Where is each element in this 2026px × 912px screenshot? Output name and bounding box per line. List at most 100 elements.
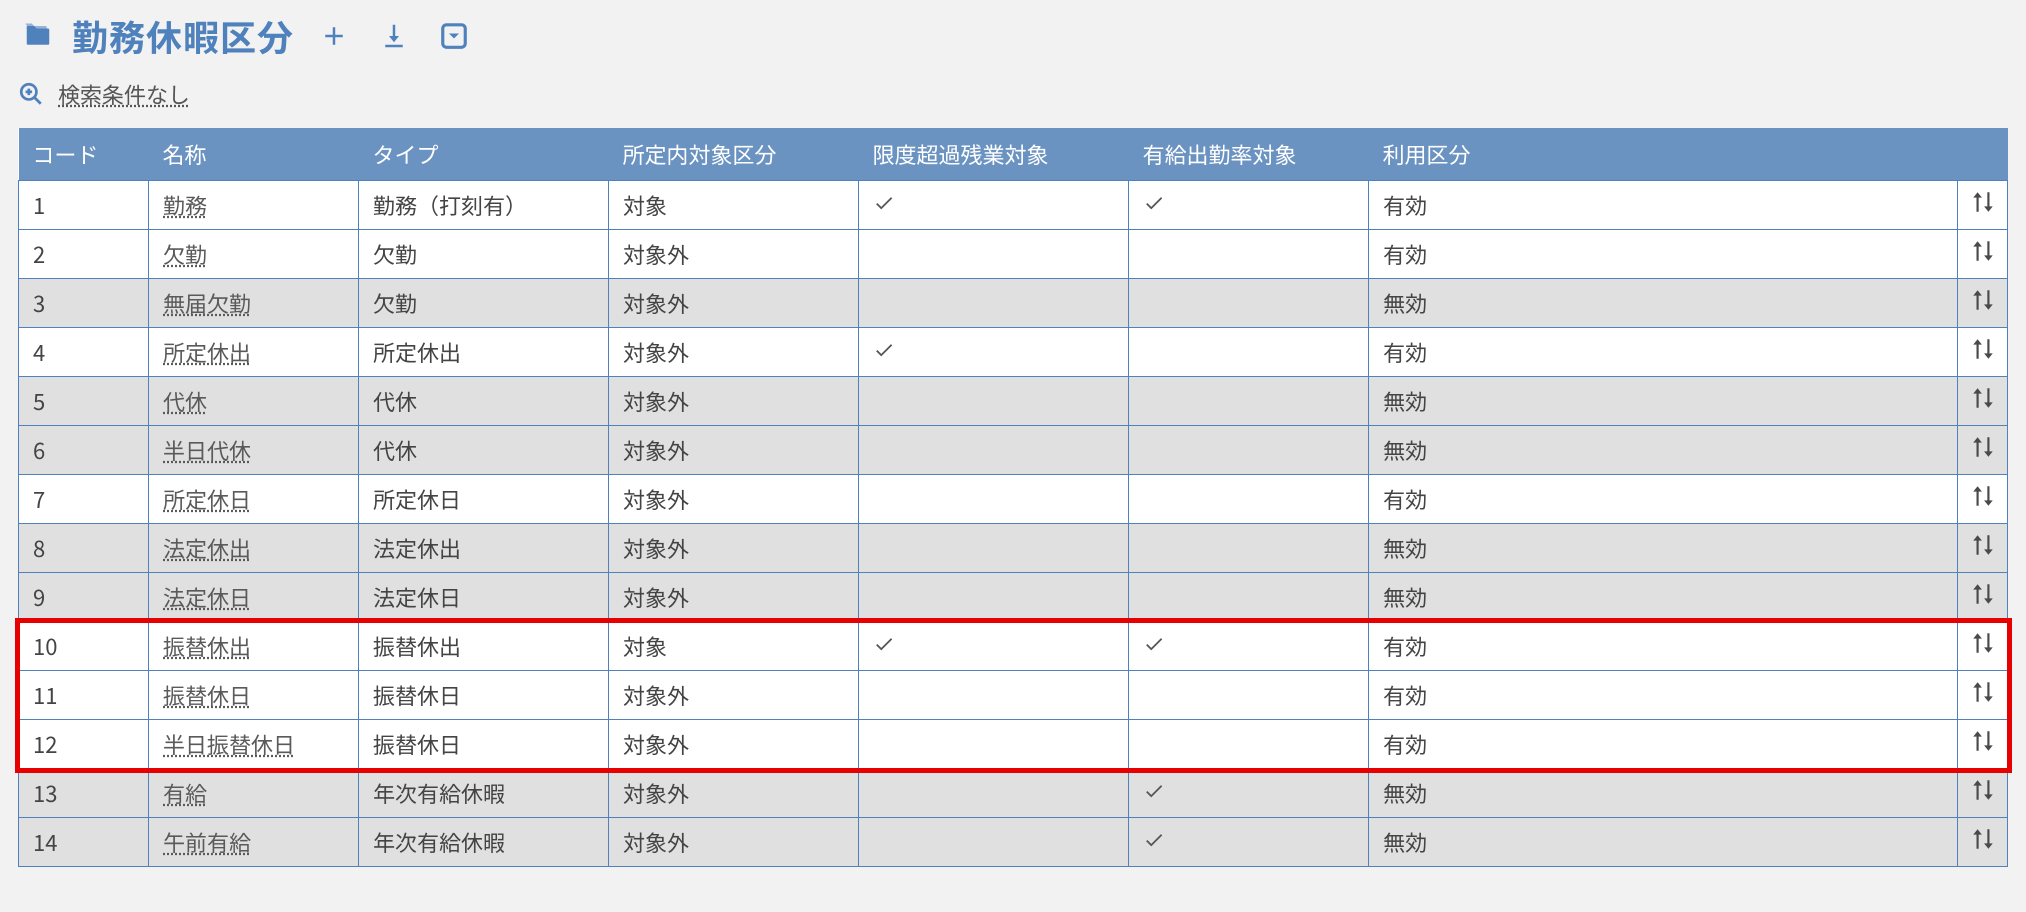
table-row: 3 無届欠勤 欠勤対象外 無効 [19,279,2008,328]
table-row: 4所定休出所定休出対象外有効 [19,328,2008,377]
sort-icon [1970,190,1996,222]
cell-use: 無効 [1369,377,1958,426]
row-name-link[interactable]: 振替休日 [163,679,251,711]
cell-scope: 対象外 [609,720,859,769]
cell-name: 勤務 [149,181,359,230]
row-name-link[interactable]: 振替休出 [163,630,251,662]
row-name-link[interactable]: 半日代休 [163,434,251,466]
sort-handle[interactable] [1958,377,2008,426]
sort-icon [1970,337,1996,369]
sort-handle[interactable] [1958,426,2008,475]
add-button[interactable] [314,16,354,56]
cell-over [859,622,1129,671]
cell-name: 振替休日 [149,671,359,720]
cell-over [859,769,1129,818]
search-condition-link[interactable]: 検索条件なし [58,78,190,110]
cell-use: 無効 [1369,279,1958,328]
cell-over [859,720,1129,769]
col-paid[interactable]: 有給出勤率対象 [1129,128,1369,181]
table-container: コード 名称 タイプ 所定内対象区分 限度超過残業対象 有給出勤率対象 利用区分… [18,128,2008,867]
cell-code: 14 [19,818,149,867]
cell-type: 欠勤 [359,279,609,328]
cell-scope: 対象外 [609,475,859,524]
cell-paid [1129,720,1369,769]
col-over[interactable]: 限度超過残業対象 [859,128,1129,181]
cell-code: 10 [19,622,149,671]
cell-scope: 対象外 [609,279,859,328]
row-name-link[interactable]: 所定休日 [163,483,251,515]
cell-use: 有効 [1369,230,1958,279]
col-use[interactable]: 利用区分 [1369,128,2008,181]
sort-icon [1970,778,1996,810]
sort-handle[interactable] [1958,769,2008,818]
row-name-link[interactable]: 午前有給 [163,826,251,858]
cell-over [859,230,1129,279]
table-row: 1勤務勤務（打刻有）対象有効 [19,181,2008,230]
cell-use: 無効 [1369,524,1958,573]
sort-handle[interactable] [1958,720,2008,769]
sort-icon [1970,484,1996,516]
sort-handle[interactable] [1958,230,2008,279]
check-icon [1143,630,1165,662]
sort-handle[interactable] [1958,573,2008,622]
sort-handle[interactable] [1958,279,2008,328]
sort-handle[interactable] [1958,622,2008,671]
search-bar: 検索条件なし [18,78,2008,110]
row-name-link[interactable]: 半日振替休日 [163,728,295,760]
row-name-link[interactable]: 所定休出 [163,336,251,368]
search-zoom-icon[interactable] [18,81,44,107]
download-button[interactable] [374,16,414,56]
table-row: 6半日代休代休対象外無効 [19,426,2008,475]
row-name-link[interactable]: 法定休日 [163,581,251,613]
sort-handle[interactable] [1958,328,2008,377]
cell-over [859,573,1129,622]
sort-handle[interactable] [1958,524,2008,573]
cell-name: 無届欠勤 [149,279,359,328]
cell-type: 勤務（打刻有） [359,181,609,230]
row-name-link[interactable]: 代休 [163,385,207,417]
cell-name: 半日振替休日 [149,720,359,769]
cell-type: 所定休日 [359,475,609,524]
sort-handle[interactable] [1958,671,2008,720]
cell-over [859,426,1129,475]
col-code[interactable]: コード [19,128,149,181]
cell-type: 代休 [359,426,609,475]
table-row: 13有給年次有給休暇対象外無効 [19,769,2008,818]
cell-type: 年次有給休暇 [359,769,609,818]
dropdown-button[interactable] [434,16,474,56]
cell-scope: 対象外 [609,524,859,573]
cell-over [859,818,1129,867]
sort-handle[interactable] [1958,818,2008,867]
col-name[interactable]: 名称 [149,128,359,181]
check-icon [873,189,895,221]
cell-scope: 対象外 [609,426,859,475]
cell-paid [1129,426,1369,475]
row-name-link[interactable]: 法定休出 [163,532,251,564]
cell-use: 有効 [1369,328,1958,377]
sort-icon [1970,533,1996,565]
cell-use: 無効 [1369,573,1958,622]
cell-use: 有効 [1369,720,1958,769]
sort-handle[interactable] [1958,475,2008,524]
row-name-link[interactable]: 有給 [163,777,207,809]
sort-icon [1970,239,1996,271]
table-row: 11振替休日振替休日対象外有効 [19,671,2008,720]
check-icon [873,630,895,662]
cell-use: 無効 [1369,426,1958,475]
cell-scope: 対象外 [609,671,859,720]
row-name-link[interactable]: 欠勤 [163,238,207,270]
cell-over [859,279,1129,328]
row-name-link[interactable]: 勤務 [163,189,207,221]
sort-icon [1970,680,1996,712]
cell-code: 2 [19,230,149,279]
cell-paid [1129,671,1369,720]
cell-code: 3 [19,279,149,328]
cell-use: 無効 [1369,769,1958,818]
row-name-link[interactable]: 無届欠勤 [163,287,251,319]
sort-icon [1970,386,1996,418]
cell-over [859,377,1129,426]
sort-handle[interactable] [1958,181,2008,230]
col-scope[interactable]: 所定内対象区分 [609,128,859,181]
col-type[interactable]: タイプ [359,128,609,181]
cell-scope: 対象外 [609,769,859,818]
